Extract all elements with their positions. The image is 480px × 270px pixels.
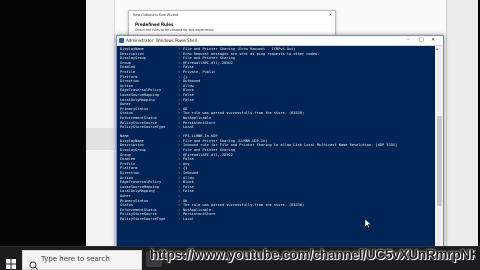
wizard-subtitle: Select the rules to be created for this … — [135, 28, 215, 32]
console-line: PolicyStoreSourceType: Local — [120, 217, 432, 222]
search-icon — [29, 255, 38, 270]
overlay-channel-url: https://www.youtube.com/channel/UC5vXUnR… — [150, 247, 476, 262]
property-name: PolicyStoreSourceType — [120, 216, 166, 221]
property-value: Local — [183, 125, 194, 130]
windows-start-icon[interactable] — [6, 254, 16, 269]
wizard-title: New Outbound Rule Wizard — [133, 13, 179, 17]
console-scrollbar[interactable]: ▴ ▾ — [435, 46, 443, 251]
property-value: Local — [183, 216, 194, 221]
taskbar-search-box[interactable]: Type here to search — [22, 250, 142, 270]
wizard-heading: Predefined Rules — [135, 22, 174, 27]
document-sidebar — [86, 0, 115, 246]
scrollbar-thumb[interactable] — [436, 116, 442, 206]
console-line: PolicyStoreSourceType: Local — [120, 125, 432, 130]
minimize-icon[interactable]: – — [407, 37, 410, 43]
close-icon[interactable]: ✕ — [329, 12, 332, 17]
property-name: PolicyStoreSourceType — [120, 125, 166, 130]
close-icon[interactable]: ✕ — [431, 37, 435, 43]
screen: New Outbound Rule Wizard ✕ Predefined Ru… — [0, 0, 480, 270]
powershell-title: Administrator: Windows PowerShell — [126, 38, 197, 43]
system-tray[interactable] — [430, 250, 478, 268]
maximize-icon[interactable]: □ — [419, 37, 424, 43]
letterbox-left — [0, 0, 86, 246]
scroll-up-icon[interactable]: ▴ — [436, 46, 438, 51]
console-output[interactable]: DisplayName: File and Printer Sharing (Ec… — [120, 47, 432, 247]
powershell-window[interactable]: Administrator: Windows PowerShell – □ ✕ … — [116, 35, 444, 252]
search-placeholder: Type here to search — [41, 255, 110, 263]
powershell-titlebar[interactable]: Administrator: Windows PowerShell – □ ✕ — [117, 36, 443, 46]
powershell-icon — [119, 38, 124, 43]
